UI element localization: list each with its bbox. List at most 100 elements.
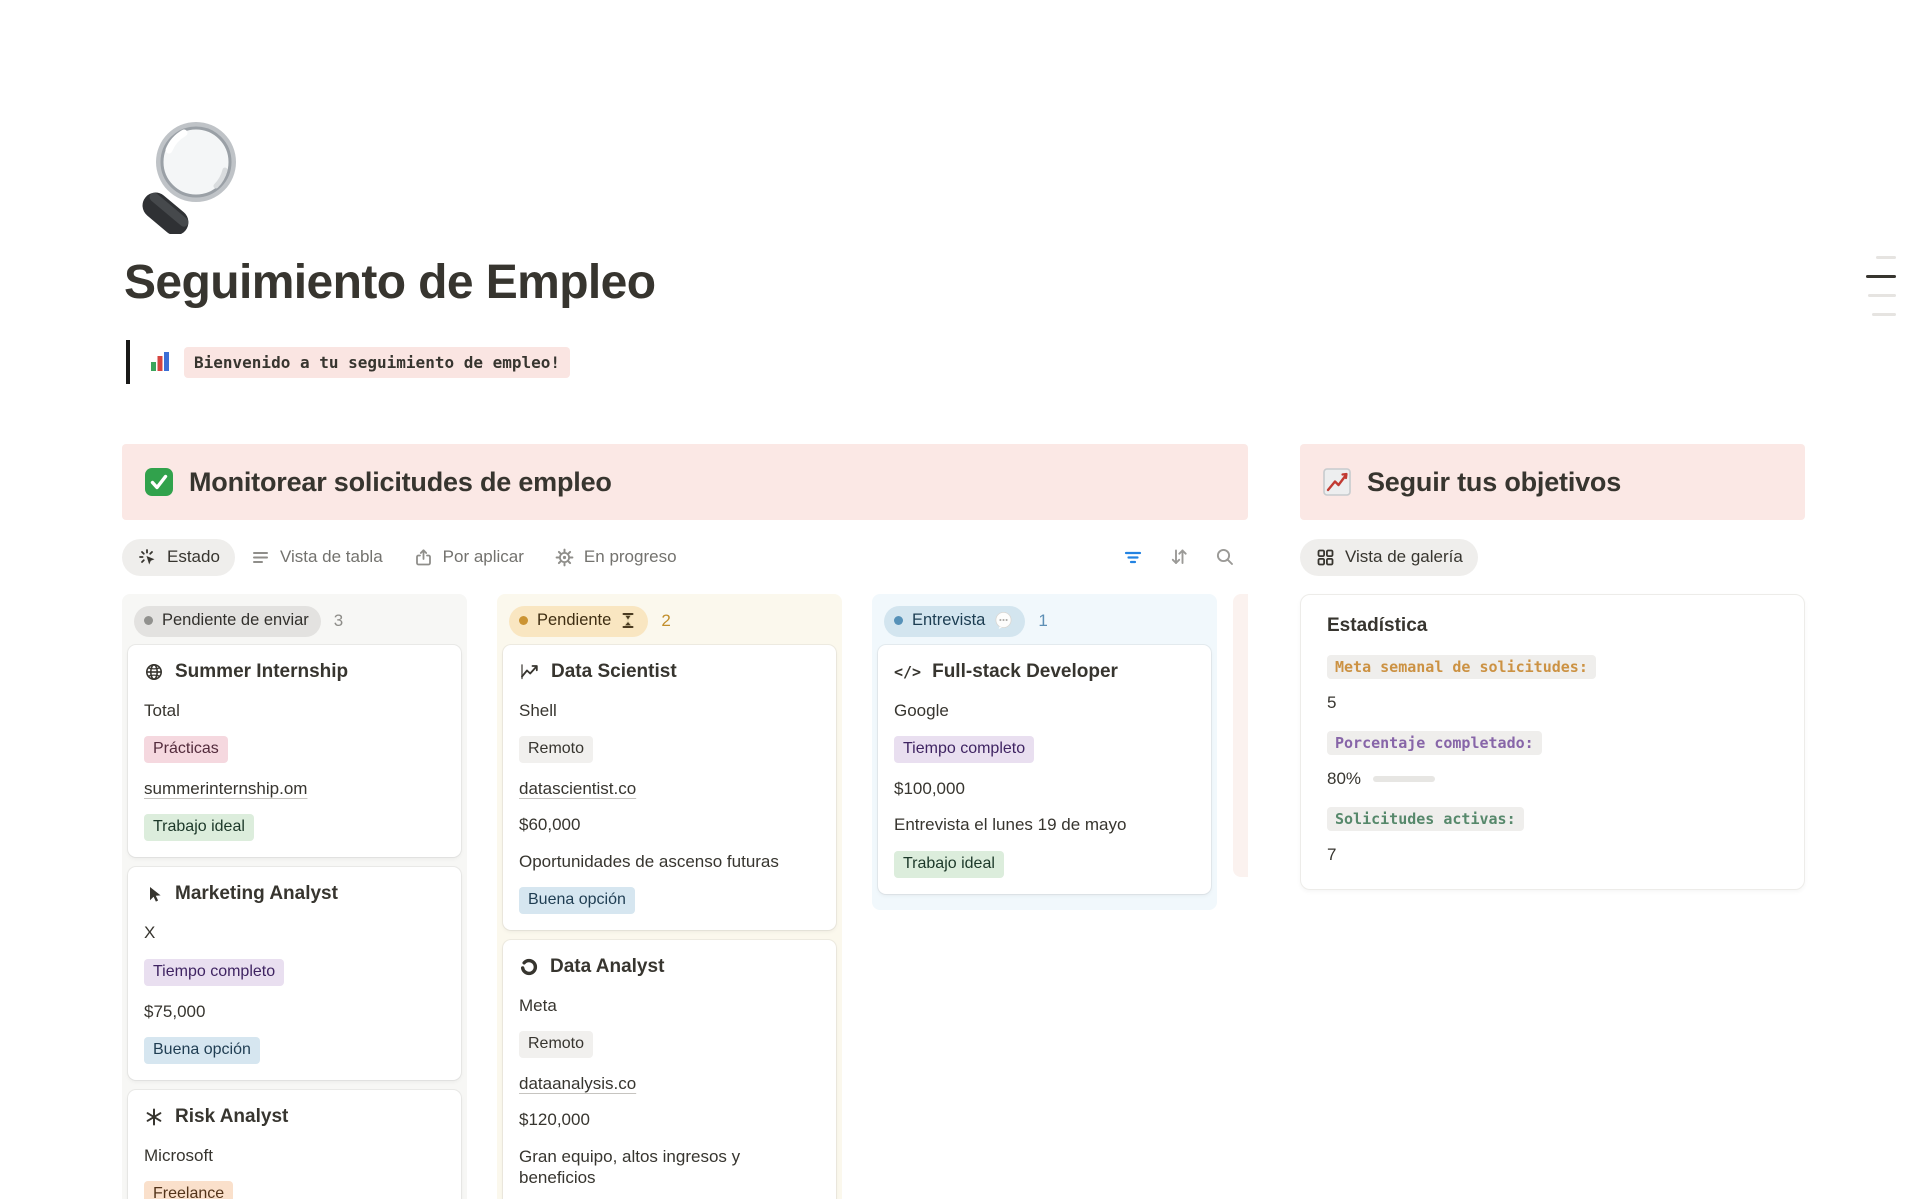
card-text-prop: X xyxy=(144,923,155,942)
column-header[interactable]: Entrevista 1 xyxy=(878,600,1211,645)
column-header[interactable]: Pendiente de enviar 3 xyxy=(128,600,461,645)
card-prop-tag: Remoto xyxy=(519,1031,820,1058)
column-card-count: 3 xyxy=(334,611,343,631)
tab-vista-de-galeria[interactable]: Vista de galería xyxy=(1300,539,1478,576)
card-prop: Total xyxy=(144,700,445,721)
gear-icon xyxy=(554,547,575,568)
stats-card-title: Estadística xyxy=(1327,615,1778,637)
stats-card[interactable]: Estadística Meta semanal de solicitudes:… xyxy=(1300,594,1805,890)
tag-trabajo-ideal: Trabajo ideal xyxy=(144,814,254,841)
goals-section-title: Seguir tus objetivos xyxy=(1367,467,1621,498)
card-prop-tag: Buena opción xyxy=(519,887,820,914)
tab-vista-de-tabla[interactable]: Vista de tabla xyxy=(235,539,398,576)
page-icon-magnifying-glass[interactable] xyxy=(124,112,244,234)
progress-bar xyxy=(1373,776,1435,782)
asterisk-icon xyxy=(144,1107,164,1127)
job-card-summer-internship[interactable]: Summer InternshipTotalPrácticassummerint… xyxy=(128,645,461,858)
search-icon[interactable] xyxy=(1214,546,1236,568)
tag-prácticas: Prácticas xyxy=(144,736,228,763)
column-status-pill[interactable]: Pendiente de enviar xyxy=(134,606,321,637)
card-prop: Oportunidades de ascenso futuras xyxy=(519,851,820,872)
card-title: Data Analyst xyxy=(550,956,664,978)
column-card-count: 1 xyxy=(1038,611,1047,631)
list-icon xyxy=(250,547,271,568)
tag-trabajo-ideal: Trabajo ideal xyxy=(894,851,1004,878)
tab-por-aplicar[interactable]: Por aplicar xyxy=(398,539,539,576)
table-of-contents-rail[interactable] xyxy=(1866,256,1896,316)
page-title: Seguimiento de Empleo xyxy=(124,255,1920,310)
job-card-marketing-analyst[interactable]: Marketing AnalystXTiempo completo$75,000… xyxy=(128,867,461,1080)
card-prop: $60,000 xyxy=(519,814,820,835)
card-text-prop: Total xyxy=(144,701,180,720)
stat-label-active-applications: Solicitudes activas: xyxy=(1327,807,1524,831)
hourglass-icon xyxy=(620,612,636,629)
bar-chart-icon xyxy=(148,350,172,374)
tab-en-progreso[interactable]: En progreso xyxy=(539,539,692,576)
card-prop: Google xyxy=(894,700,1195,721)
card-link[interactable]: datascientist.co xyxy=(519,779,636,798)
card-prop: Gran equipo, altos ingresos y beneficios xyxy=(519,1146,820,1189)
globe-icon xyxy=(144,662,164,682)
tag-buena-opción: Buena opción xyxy=(144,1037,260,1064)
toc-line xyxy=(1876,256,1896,259)
stat-value-weekly-goal: 5 xyxy=(1327,693,1778,713)
card-text-prop: Microsoft xyxy=(144,1146,213,1165)
job-card-full-stack-developer[interactable]: </>Full-stack DeveloperGoogleTiempo comp… xyxy=(878,645,1211,894)
card-prop: $75,000 xyxy=(144,1001,445,1022)
card-prop-tag: Trabajo ideal xyxy=(144,814,445,841)
tab-vista-de-galeria-label: Vista de galería xyxy=(1345,547,1463,567)
welcome-callout: Bienvenido a tu seguimiento de empleo! xyxy=(126,340,1920,384)
card-prop: $120,000 xyxy=(519,1109,820,1130)
goals-section: Seguir tus objetivos Vista de galería Es… xyxy=(1300,444,1805,1199)
card-prop: summerinternship.om xyxy=(144,778,445,799)
kanban-column-pendiente: Pendiente2Data ScientistShellRemotodatas… xyxy=(497,594,842,1199)
card-title: Full-stack Developer xyxy=(932,661,1118,683)
filter-icon[interactable] xyxy=(1122,546,1144,568)
sort-icon[interactable] xyxy=(1168,546,1190,568)
card-text-prop: Meta xyxy=(519,996,557,1015)
card-prop: Meta xyxy=(519,995,820,1016)
column-status-pill[interactable]: Pendiente xyxy=(509,606,648,637)
goals-views-row: Vista de galería xyxy=(1300,536,1805,578)
kanban-board: Pendiente de enviar3Summer InternshipTot… xyxy=(122,594,1248,1199)
card-prop: Shell xyxy=(519,700,820,721)
column-header[interactable]: Pendiente2 xyxy=(503,600,836,645)
tag-tiempo-completo: Tiempo completo xyxy=(894,736,1034,763)
stat-label-percent-complete: Porcentaje completado: xyxy=(1327,731,1542,755)
job-card-data-scientist[interactable]: Data ScientistShellRemotodatascientist.c… xyxy=(503,645,836,930)
board-views-row: Estado Vista de tabla xyxy=(122,536,1248,578)
card-text-prop: Oportunidades de ascenso futuras xyxy=(519,852,779,871)
card-prop: Entrevista el lunes 19 de mayo xyxy=(894,814,1195,835)
card-prop: datascientist.co xyxy=(519,778,820,799)
job-card-data-analyst[interactable]: Data Analyst Meta Remoto dataanalysis.co $12… xyxy=(503,940,836,1199)
column-status-label: Pendiente de enviar xyxy=(162,611,309,631)
card-prop-tag: Trabajo ideal xyxy=(894,851,1195,878)
board-section: Monitorear solicitudes de empleo Estado xyxy=(122,444,1248,1199)
column-status-pill[interactable]: Entrevista xyxy=(884,606,1025,637)
chart-increasing-icon xyxy=(1322,467,1352,497)
card-text-prop: $60,000 xyxy=(519,815,580,834)
card-prop-tag: Freelance xyxy=(144,1181,445,1199)
card-link[interactable]: dataanalysis.co xyxy=(519,1074,636,1093)
welcome-text: Bienvenido a tu seguimiento de empleo! xyxy=(184,347,570,378)
card-prop: Microsoft xyxy=(144,1145,445,1166)
stat-value-active-applications: 7 xyxy=(1327,845,1778,865)
card-prop-tag: Tiempo completo xyxy=(144,959,445,986)
card-title: Risk Analyst xyxy=(175,1106,288,1128)
stat-field-percent-complete: Porcentaje completado: 80% xyxy=(1327,713,1778,789)
card-text-prop: Entrevista el lunes 19 de mayo xyxy=(894,815,1126,834)
status-dot xyxy=(519,616,528,625)
job-card-risk-analyst[interactable]: Risk Analyst Microsoft Freelance xyxy=(128,1090,461,1199)
kanban-column-entrevista: Entrevista1</>Full-stack DeveloperGoogle… xyxy=(872,594,1217,910)
card-prop-tag: Tiempo completo xyxy=(894,736,1195,763)
card-link[interactable]: summerinternship.om xyxy=(144,779,307,798)
goals-section-heading: Seguir tus objetivos xyxy=(1300,444,1805,520)
tag-remoto: Remoto xyxy=(519,736,593,763)
column-status-label: Pendiente xyxy=(537,611,611,631)
stat-value-percent-complete: 80% xyxy=(1327,769,1778,789)
card-prop: $100,000 xyxy=(894,778,1195,799)
chart-up-icon xyxy=(519,661,540,682)
card-prop-tag: Remoto xyxy=(519,736,820,763)
share-icon xyxy=(413,547,434,568)
tab-estado[interactable]: Estado xyxy=(122,539,235,576)
